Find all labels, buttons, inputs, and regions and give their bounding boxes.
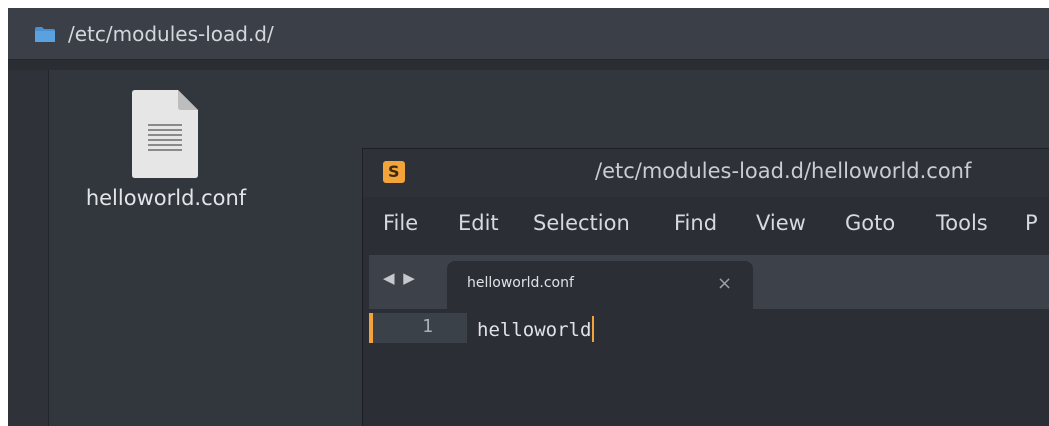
text-caret: [592, 316, 595, 342]
title-bar[interactable]: S /etc/modules-load.d/helloworld.conf: [363, 149, 1049, 197]
sublime-logo-icon: S: [383, 161, 405, 183]
tab-nav-arrows-icon[interactable]: ◀ ▶: [383, 269, 417, 287]
menu-view[interactable]: View: [756, 211, 806, 235]
location-bar[interactable]: /etc/modules-load.d/: [8, 8, 1049, 60]
desktop: /etc/modules-load.d/ helloworld.conf S /…: [0, 0, 1049, 426]
menu-project[interactable]: P: [1025, 211, 1038, 235]
menu-bar: File Edit Selection Find View Goto Tools…: [363, 201, 1049, 247]
sublime-text-window: S /etc/modules-load.d/helloworld.conf Fi…: [362, 148, 1049, 426]
tab-bar: ◀ ▶ helloworld.conf ×: [369, 255, 1049, 309]
file-name-label: helloworld.conf: [85, 186, 247, 210]
code-text: helloworld: [477, 319, 592, 341]
tab-label: helloworld.conf: [467, 275, 574, 291]
line-number: 1: [422, 316, 433, 337]
tab-helloworld-conf[interactable]: helloworld.conf ×: [447, 261, 753, 309]
menu-goto[interactable]: Goto: [845, 211, 895, 235]
current-line-marker: [369, 313, 373, 343]
menu-find[interactable]: Find: [674, 211, 717, 235]
sidebar: [8, 70, 48, 426]
menu-edit[interactable]: Edit: [458, 211, 499, 235]
menu-tools[interactable]: Tools: [936, 211, 988, 235]
code-line[interactable]: helloworld: [477, 316, 595, 342]
menu-selection[interactable]: Selection: [533, 211, 630, 235]
editor-area[interactable]: 1 helloworld: [363, 309, 1049, 426]
folder-icon: [35, 27, 55, 42]
gutter-current-line: 1: [369, 313, 467, 343]
text-file-icon: [132, 90, 198, 178]
menu-file[interactable]: File: [383, 211, 418, 235]
location-path[interactable]: /etc/modules-load.d/: [68, 21, 274, 47]
window-title: /etc/modules-load.d/helloworld.conf: [595, 159, 972, 183]
file-item-helloworld-conf[interactable]: helloworld.conf: [66, 90, 266, 220]
close-tab-icon[interactable]: ×: [717, 273, 732, 294]
